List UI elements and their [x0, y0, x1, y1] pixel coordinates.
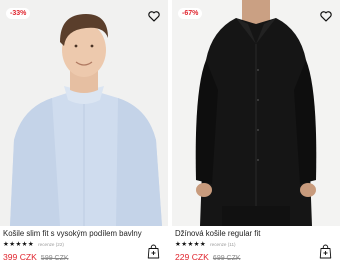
price-row: 229 CZK 699 CZK: [175, 251, 241, 263]
product-rating: ★★★★★ recenze (11): [175, 241, 236, 249]
sale-price: 399 CZK: [3, 252, 37, 262]
rating-stars: ★★★★★: [175, 241, 207, 248]
product-image[interactable]: -33%: [0, 0, 168, 226]
rating-stars: ★★★★★: [3, 241, 35, 248]
product-photo-black-denim-shirt: [172, 0, 340, 226]
discount-badge: -67%: [178, 8, 203, 19]
add-to-cart-bag-icon[interactable]: [147, 244, 160, 259]
product-photo-light-blue-shirt: [0, 0, 168, 226]
product-card[interactable]: -33% Košile slim fit s vysokým podílem b…: [0, 0, 168, 270]
original-price: 599 CZK: [40, 255, 69, 262]
wishlist-heart-icon[interactable]: [147, 9, 161, 23]
product-image[interactable]: -67%: [172, 0, 340, 226]
review-count[interactable]: recenze (22): [38, 241, 64, 249]
review-count[interactable]: recenze (11): [210, 241, 235, 249]
discount-badge: -33%: [6, 8, 31, 19]
original-price: 699 CZK: [212, 255, 241, 262]
price-row: 399 CZK 599 CZK: [3, 251, 69, 263]
product-name[interactable]: Džínová košile regular fit: [175, 229, 260, 239]
product-name[interactable]: Košile slim fit s vysokým podílem bavlny: [3, 229, 142, 239]
add-to-cart-bag-icon[interactable]: [319, 244, 332, 259]
product-grid: -33% Košile slim fit s vysokým podílem b…: [0, 0, 340, 270]
product-card[interactable]: -67% Džínová košile regular fit ★★★★★ re…: [172, 0, 340, 270]
product-rating: ★★★★★ recenze (22): [3, 241, 64, 249]
wishlist-heart-icon[interactable]: [319, 9, 333, 23]
sale-price: 229 CZK: [175, 252, 209, 262]
